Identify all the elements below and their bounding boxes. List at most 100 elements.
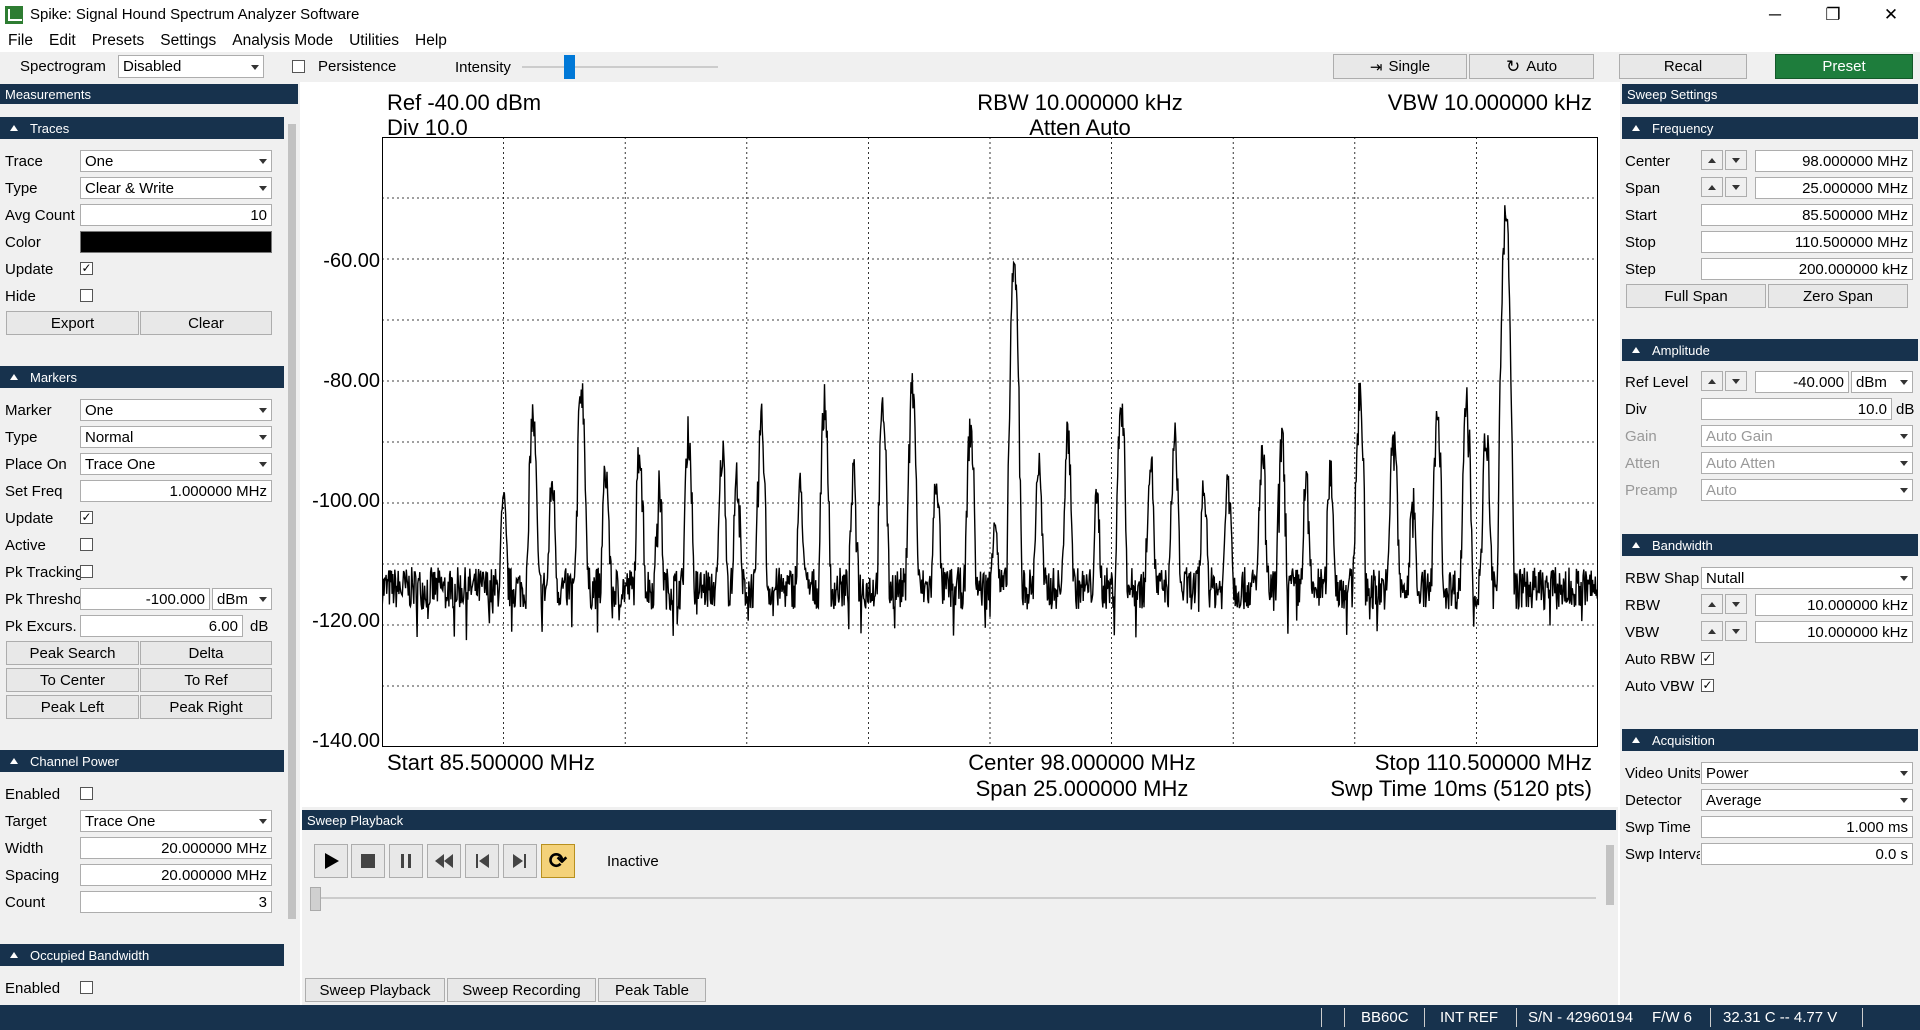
menu-analysis-mode[interactable]: Analysis Mode [224, 32, 341, 50]
pk-tracking-checkbox[interactable] [80, 565, 93, 578]
ref-level-down-icon[interactable] [1725, 371, 1747, 391]
single-sweep-button[interactable]: ⇥ Single [1333, 54, 1467, 79]
auto-rbw-checkbox[interactable]: ✓ [1701, 652, 1714, 665]
cp-width-field[interactable]: 20.000000 MHz [80, 837, 272, 859]
div-field[interactable]: 10.0 [1701, 398, 1892, 420]
traces-section-header[interactable]: Traces [0, 117, 284, 139]
place-on-select[interactable]: Trace One [80, 453, 272, 475]
full-span-button[interactable]: Full Span [1626, 284, 1766, 308]
to-ref-button[interactable]: To Ref [140, 668, 272, 692]
peak-right-button[interactable]: Peak Right [140, 695, 272, 719]
vbw-down-icon[interactable] [1725, 621, 1747, 641]
ref-unit-select[interactable]: dBm [1851, 371, 1913, 393]
minimize-icon[interactable]: ─ [1746, 0, 1804, 29]
intensity-slider-handle[interactable] [564, 55, 575, 79]
auto-sweep-button[interactable]: ↻ Auto [1469, 54, 1594, 79]
skip-back-icon[interactable] [465, 844, 499, 878]
loop-icon[interactable]: ⟳ [541, 844, 575, 878]
skip-forward-icon[interactable] [503, 844, 537, 878]
tab-sweep-recording[interactable]: Sweep Recording [447, 978, 596, 1002]
preamp-select[interactable]: Auto [1701, 479, 1913, 501]
persistence-checkbox[interactable] [292, 60, 305, 73]
pause-icon[interactable] [389, 844, 423, 878]
marker-select[interactable]: One [80, 399, 272, 421]
center-up-icon[interactable] [1701, 150, 1723, 170]
detector-select[interactable]: Average [1701, 789, 1913, 811]
trace-select[interactable]: One [80, 150, 272, 172]
menu-settings[interactable]: Settings [152, 32, 224, 50]
stop-freq-field[interactable]: 110.500000 MHz [1701, 231, 1913, 253]
tab-peak-table[interactable]: Peak Table [598, 978, 706, 1002]
marker-update-checkbox[interactable]: ✓ [80, 511, 93, 524]
atten-select[interactable]: Auto Atten [1701, 452, 1913, 474]
left-scrollbar-thumb[interactable] [288, 124, 296, 919]
ref-level-up-icon[interactable] [1701, 371, 1723, 391]
menu-presets[interactable]: Presets [84, 32, 153, 50]
recal-button[interactable]: Recal [1619, 54, 1747, 79]
trace-update-checkbox[interactable]: ✓ [80, 262, 93, 275]
menu-file[interactable]: File [0, 32, 41, 50]
to-center-button[interactable]: To Center [6, 668, 139, 692]
peak-left-button[interactable]: Peak Left [6, 695, 139, 719]
cp-target-select[interactable]: Trace One [80, 810, 272, 832]
center-freq-field[interactable]: 98.000000 MHz [1755, 150, 1913, 172]
spectrogram-select[interactable]: Disabled [118, 55, 264, 78]
export-button[interactable]: Export [6, 311, 139, 335]
marker-active-checkbox[interactable] [80, 538, 93, 551]
span-down-icon[interactable] [1725, 177, 1747, 197]
swp-time-field[interactable]: 1.000 ms [1701, 816, 1913, 838]
maximize-icon[interactable]: ❐ [1804, 0, 1862, 29]
amplitude-section-header[interactable]: Amplitude [1622, 339, 1918, 361]
trace-color-swatch[interactable] [80, 231, 272, 253]
pk-threshold-unit-select[interactable]: dBm [212, 588, 272, 610]
markers-section-header[interactable]: Markers [0, 366, 284, 388]
playback-scrollbar-thumb[interactable] [1606, 845, 1614, 905]
span-up-icon[interactable] [1701, 177, 1723, 197]
swp-interval-field[interactable]: 0.0 s [1701, 843, 1913, 865]
auto-vbw-checkbox[interactable]: ✓ [1701, 679, 1714, 692]
center-down-icon[interactable] [1725, 150, 1747, 170]
clear-button[interactable]: Clear [140, 311, 272, 335]
peak-search-button[interactable]: Peak Search [6, 641, 139, 665]
pk-threshold-field[interactable]: -100.000 [80, 588, 210, 610]
gain-select[interactable]: Auto Gain [1701, 425, 1913, 447]
trace-hide-checkbox[interactable] [80, 289, 93, 302]
playback-scrollbar[interactable] [1604, 833, 1616, 971]
cp-enabled-checkbox[interactable] [80, 787, 93, 800]
cp-spacing-field[interactable]: 20.000000 MHz [80, 864, 272, 886]
video-units-select[interactable]: Power [1701, 762, 1913, 784]
menu-utilities[interactable]: Utilities [341, 32, 407, 50]
rbw-up-icon[interactable] [1701, 594, 1723, 614]
tab-sweep-playback[interactable]: Sweep Playback [305, 978, 445, 1002]
avg-count-field[interactable]: 10 [80, 204, 272, 226]
rbw-field[interactable]: 10.000000 kHz [1755, 594, 1913, 616]
delta-button[interactable]: Delta [140, 641, 272, 665]
menu-help[interactable]: Help [407, 32, 455, 50]
rewind-icon[interactable] [427, 844, 461, 878]
rbw-down-icon[interactable] [1725, 594, 1747, 614]
occupied-bandwidth-section-header[interactable]: Occupied Bandwidth [0, 944, 284, 966]
bandwidth-section-header[interactable]: Bandwidth [1622, 534, 1918, 556]
pk-excursion-field[interactable]: 6.00 [80, 615, 243, 637]
rbw-shape-select[interactable]: Nutall [1701, 567, 1913, 589]
step-field[interactable]: 200.000000 kHz [1701, 258, 1913, 280]
acquisition-section-header[interactable]: Acquisition [1622, 729, 1918, 751]
cp-count-field[interactable]: 3 [80, 891, 272, 913]
menu-edit[interactable]: Edit [41, 32, 84, 50]
stop-icon[interactable] [351, 844, 385, 878]
ref-level-field[interactable]: -40.000 [1755, 371, 1849, 393]
set-freq-field[interactable]: 1.000000 MHz [80, 480, 272, 502]
span-field[interactable]: 25.000000 MHz [1755, 177, 1913, 199]
marker-type-select[interactable]: Normal [80, 426, 272, 448]
trace-type-select[interactable]: Clear & Write [80, 177, 272, 199]
left-panel-scrollbar[interactable] [286, 106, 298, 1005]
vbw-up-icon[interactable] [1701, 621, 1723, 641]
frequency-section-header[interactable]: Frequency [1622, 117, 1918, 139]
channel-power-section-header[interactable]: Channel Power [0, 750, 284, 772]
vbw-field[interactable]: 10.000000 kHz [1755, 621, 1913, 643]
start-freq-field[interactable]: 85.500000 MHz [1701, 204, 1913, 226]
spectrum-plot[interactable] [382, 137, 1598, 747]
preset-button[interactable]: Preset [1775, 54, 1913, 79]
playback-slider-handle[interactable] [310, 887, 321, 911]
play-icon[interactable] [314, 844, 348, 878]
